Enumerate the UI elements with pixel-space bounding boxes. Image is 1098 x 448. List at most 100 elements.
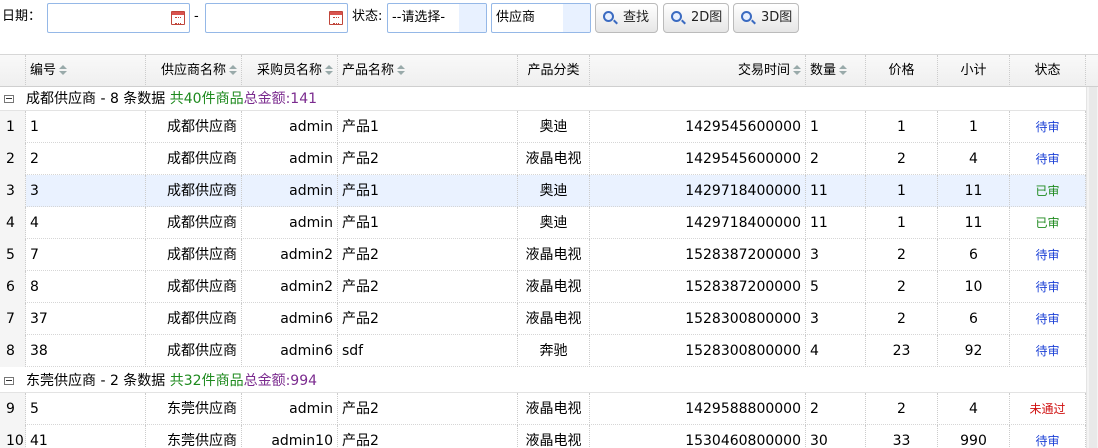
search-icon <box>741 11 752 22</box>
column-header-product[interactable]: 产品名称 <box>338 55 518 87</box>
column-header-buyer[interactable]: 采购员名称 <box>242 55 338 87</box>
cell-quantity: 11 <box>806 175 866 207</box>
group-row[interactable]: 东莞供应商 - 2 条数据 共32件商品总金额:994 <box>0 369 1086 393</box>
start-date-field[interactable] <box>47 3 190 33</box>
cell-time: 1530460800000 <box>590 425 806 448</box>
cell-supplier: 东莞供应商 <box>146 425 242 448</box>
table-row[interactable]: 10 41 东莞供应商 admin10 产品2 液晶电视 15304608000… <box>0 425 1086 448</box>
sort-icon[interactable] <box>229 65 237 75</box>
column-header-label: 采购员名称 <box>256 63 322 78</box>
cell-subtotal: 10 <box>938 271 1010 303</box>
cell-category: 液晶电视 <box>518 303 590 335</box>
search-button-label: 查找 <box>623 10 650 25</box>
table-row[interactable]: 5 7 成都供应商 admin2 产品2 液晶电视 1528387200000 … <box>0 239 1086 271</box>
supplier-select-value: 供应商 <box>496 10 536 25</box>
cell-status: 待审 <box>1010 239 1086 271</box>
row-number: 2 <box>0 143 26 175</box>
table-row[interactable]: 8 38 成都供应商 admin6 sdf 奔驰 1528300800000 4… <box>0 335 1086 367</box>
supplier-select[interactable]: 供应商 <box>491 3 591 33</box>
column-header-quantity[interactable]: 数量 <box>806 55 866 87</box>
group-summary: 成都供应商 - 8 条数据 共40件商品总金额:141 <box>26 87 317 111</box>
cell-subtotal: 990 <box>938 425 1010 448</box>
group-item-count: 共40件商品 <box>169 91 244 107</box>
cell-status: 待审 <box>1010 425 1086 448</box>
row-number: 4 <box>0 207 26 239</box>
table-row[interactable]: 2 2 成都供应商 admin 产品2 液晶电视 1429545600000 2… <box>0 143 1086 175</box>
sort-icon[interactable] <box>325 65 333 75</box>
column-header-label: 小计 <box>960 63 987 78</box>
cell-product: 产品2 <box>338 393 518 425</box>
status-link[interactable]: 待审 <box>1035 280 1059 294</box>
grid-header: 编号 供应商名称 采购员名称 产品名称 产品分类 交易时间 数量 价格 小计 状… <box>0 55 1098 87</box>
row-number: 7 <box>0 303 26 335</box>
column-header-subtotal[interactable]: 小计 <box>938 55 1010 87</box>
cell-quantity: 5 <box>806 271 866 303</box>
cell-category: 液晶电视 <box>518 393 590 425</box>
dropdown-arrow-icon[interactable] <box>459 4 486 32</box>
search-button[interactable]: 查找 <box>595 3 658 33</box>
cell-time: 1528387200000 <box>590 271 806 303</box>
cell-id: 3 <box>26 175 146 207</box>
column-header-status[interactable]: 状态 <box>1010 55 1086 87</box>
cell-status: 已审 <box>1010 207 1086 239</box>
status-link[interactable]: 待审 <box>1035 434 1059 448</box>
cell-category: 奔驰 <box>518 335 590 367</box>
column-header-time[interactable]: 交易时间 <box>590 55 806 87</box>
table-row[interactable]: 4 4 成都供应商 admin 产品1 奥迪 1429718400000 11 … <box>0 207 1086 239</box>
column-header-label: 编号 <box>30 63 57 78</box>
cell-quantity: 1 <box>806 111 866 143</box>
table-row[interactable]: 7 37 成都供应商 admin6 产品2 液晶电视 1528300800000… <box>0 303 1086 335</box>
cell-buyer: admin <box>242 143 338 175</box>
sort-icon[interactable] <box>793 65 801 75</box>
cell-price: 2 <box>866 271 938 303</box>
dropdown-arrow-icon[interactable] <box>563 4 590 32</box>
calendar-icon[interactable] <box>329 11 343 25</box>
table-row[interactable]: 6 8 成都供应商 admin2 产品2 液晶电视 1528387200000 … <box>0 271 1086 303</box>
status-link[interactable]: 已审 <box>1035 216 1059 230</box>
status-link[interactable]: 待审 <box>1035 312 1059 326</box>
status-link[interactable]: 待审 <box>1035 120 1059 134</box>
status-link[interactable]: 待审 <box>1035 152 1059 166</box>
group-row[interactable]: 成都供应商 - 8 条数据 共40件商品总金额:141 <box>0 87 1086 111</box>
row-number: 3 <box>0 175 26 207</box>
cell-price: 1 <box>866 111 938 143</box>
status-link[interactable]: 待审 <box>1035 248 1059 262</box>
cell-status: 未通过 <box>1010 393 1086 425</box>
calendar-icon[interactable] <box>171 11 185 25</box>
cell-subtotal: 6 <box>938 303 1010 335</box>
collapse-icon[interactable] <box>4 377 14 385</box>
cell-subtotal: 6 <box>938 239 1010 271</box>
cell-id: 38 <box>26 335 146 367</box>
group-total: 总金额:141 <box>243 91 318 107</box>
status-link[interactable]: 已审 <box>1035 184 1059 198</box>
cell-category: 液晶电视 <box>518 425 590 448</box>
group-title: 成都供应商 - 8 条数据 <box>26 91 166 107</box>
chart-3d-button[interactable]: 3D图 <box>733 3 799 33</box>
cell-id: 7 <box>26 239 146 271</box>
row-number: 6 <box>0 271 26 303</box>
table-row[interactable]: 3 3 成都供应商 admin 产品1 奥迪 1429718400000 11 … <box>0 175 1086 207</box>
column-header-label: 交易时间 <box>737 63 790 78</box>
table-row[interactable]: 9 5 东莞供应商 admin 产品2 液晶电视 1429588800000 2… <box>0 393 1086 425</box>
column-header-id[interactable]: 编号 <box>26 55 146 87</box>
sort-icon[interactable] <box>59 65 68 75</box>
vertical-scrollbar[interactable] <box>1086 87 1098 448</box>
table-row[interactable]: 1 1 成都供应商 admin 产品1 奥迪 1429545600000 1 1… <box>0 111 1086 143</box>
end-date-field[interactable] <box>205 3 348 33</box>
cell-category: 奥迪 <box>518 175 590 207</box>
collapse-icon[interactable] <box>4 95 14 103</box>
cell-supplier: 成都供应商 <box>146 207 242 239</box>
sort-icon[interactable] <box>839 65 848 75</box>
cell-price: 2 <box>866 143 938 175</box>
chart-2d-button[interactable]: 2D图 <box>663 3 729 33</box>
scrollbar-thumb[interactable] <box>1089 87 1097 448</box>
cell-product: sdf <box>338 335 518 367</box>
column-header-supplier[interactable]: 供应商名称 <box>146 55 242 87</box>
column-header-category[interactable]: 产品分类 <box>518 55 590 87</box>
status-link[interactable]: 待审 <box>1035 344 1059 358</box>
column-header-price[interactable]: 价格 <box>866 55 938 87</box>
status-select[interactable]: --请选择- <box>387 3 487 33</box>
status-link[interactable]: 未通过 <box>1029 402 1065 416</box>
cell-id: 4 <box>26 207 146 239</box>
sort-icon[interactable] <box>397 65 406 75</box>
